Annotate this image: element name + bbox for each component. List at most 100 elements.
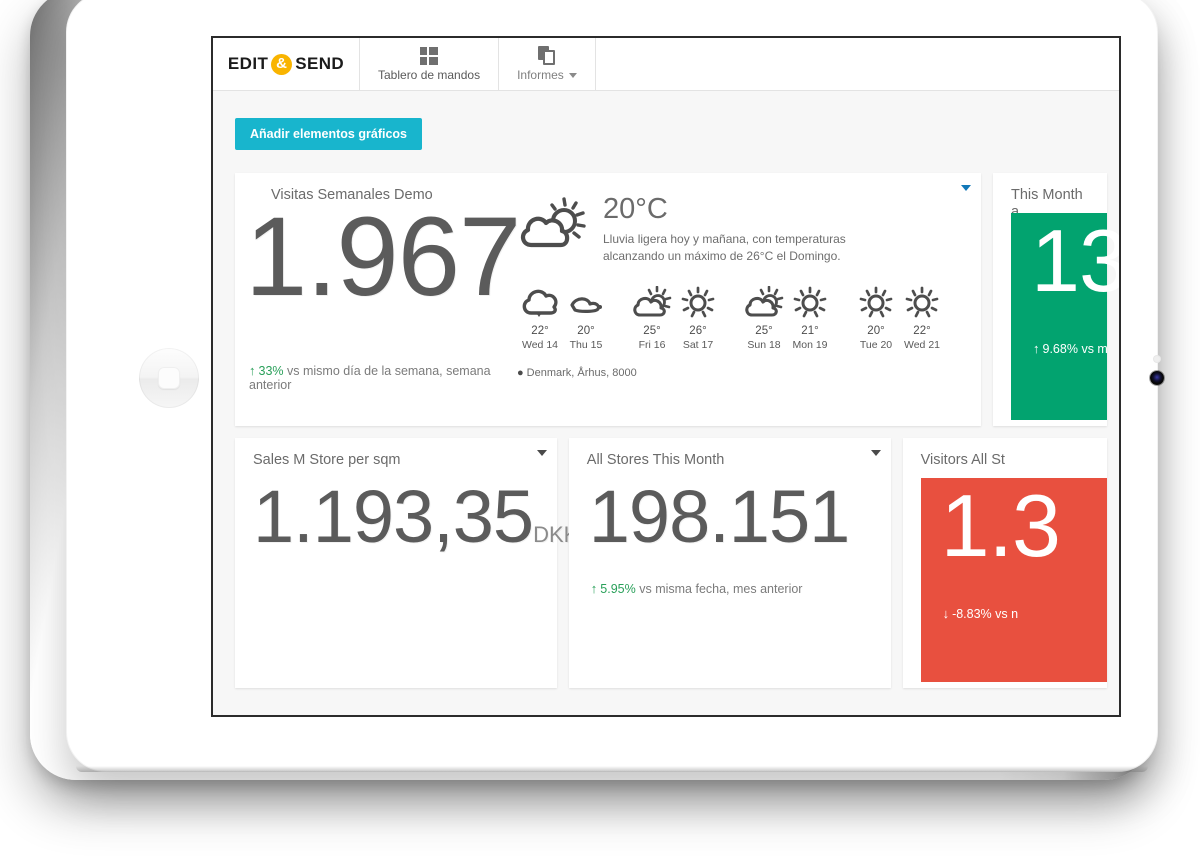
- forecast-label: Sun 18: [747, 338, 781, 351]
- card-menu-chevron-down-icon[interactable]: [870, 450, 881, 456]
- card-menu-chevron-down-icon[interactable]: [961, 185, 971, 191]
- arrow-down-icon: ↓: [942, 606, 950, 621]
- forecast-temp: 21°: [801, 324, 819, 337]
- forecast-day: 22° Wed 21: [899, 284, 945, 351]
- logo-part-edit: EDIT: [227, 54, 269, 73]
- sun-icon: [675, 284, 721, 322]
- forecast-label: Sat 17: [682, 338, 714, 351]
- cloud-sun-icon: [517, 195, 589, 257]
- forecast-day: 26° Sat 17: [675, 284, 721, 351]
- dashboard-content: Añadir elementos gráficos Visitas Semana…: [213, 91, 1119, 715]
- forecast-temp: 20°: [867, 324, 885, 337]
- chevron-down-icon: [568, 72, 577, 78]
- nav-item-reports-label: Informes: [517, 67, 564, 82]
- app-logo[interactable]: EDIT & SEND: [213, 38, 360, 90]
- this-month-delta-value: 9.68%: [1042, 342, 1078, 356]
- forecast-temp: 20°: [577, 324, 595, 337]
- forecast-day: 20° Thu 15: [563, 284, 609, 351]
- cloud-rain-icon: [563, 284, 609, 322]
- forecast-label: Mon 19: [792, 338, 828, 351]
- weather-current: 20°C Lluvia ligera hoy y mañana, con tem…: [517, 195, 965, 266]
- sun-icon: [853, 284, 899, 322]
- weather-description: Lluvia ligera hoy y mañana, con temperat…: [603, 232, 846, 264]
- this-month-delta-text: vs m: [1081, 342, 1108, 356]
- this-month-body: 13 ↑ 9.68% vs m: [1011, 213, 1119, 420]
- sun-icon: [899, 284, 945, 322]
- tablet-device-frame: EDIT & SEND Tablero de mandos Informes A…: [30, 0, 1164, 780]
- documents-icon: [537, 45, 556, 65]
- screenshot-stage: EDIT & SEND Tablero de mandos Informes A…: [0, 0, 1200, 857]
- forecast-temp: 22°: [913, 324, 931, 337]
- weekly-visits-delta-value: 33%: [258, 364, 284, 378]
- arrow-up-icon: ↑: [1033, 341, 1040, 356]
- nav-item-dashboard[interactable]: Tablero de mandos: [360, 38, 500, 90]
- forecast-label: Fri 16: [638, 338, 666, 351]
- sales-per-sqm-number: 1.193,35: [253, 475, 534, 558]
- all-stores-delta-value: 5.95%: [600, 582, 636, 596]
- weather-location-text: Denmark, Århus, 8000: [526, 366, 637, 379]
- card-sales-per-sqm: Sales M Store per sqm 1.193,35DKK: [235, 438, 578, 688]
- home-button-square-icon: [158, 367, 180, 389]
- card-this-month: This Month a 13 ↑9.68% vs m: [993, 173, 1119, 426]
- tablet-home-button[interactable]: [139, 348, 199, 408]
- forecast-temp: 26°: [689, 324, 707, 337]
- forecast-day: 25° Fri 16: [629, 284, 675, 351]
- forecast-label: Wed 14: [522, 338, 558, 351]
- weather-temperature: 20°C: [603, 193, 668, 225]
- browser-screen: EDIT & SEND Tablero de mandos Informes A…: [211, 36, 1121, 717]
- arrow-up-icon: ↑: [249, 363, 256, 378]
- widget-row-2: Sales M Store per sqm 1.193,35DKK All St…: [235, 438, 1119, 700]
- visitors-all-delta-value: -8.83%: [952, 607, 992, 621]
- forecast-group: 25° Fri 16 26° Sat 17: [629, 284, 721, 351]
- card-weekly-visits: Visitas Semanales Demo 1.967 ↑ 33% vs mis…: [235, 173, 981, 426]
- widget-row-1: Visitas Semanales Demo 1.967 ↑ 33% vs mis…: [235, 173, 1119, 438]
- widget-grid: Visitas Semanales Demo 1.967 ↑ 33% vs mis…: [235, 173, 1119, 700]
- forecast-label: Tue 20: [859, 338, 893, 351]
- forecast-temp: 22°: [531, 324, 549, 337]
- logo-ampersand-badge: &: [271, 53, 293, 75]
- dashboard-tiles-icon: [420, 46, 439, 65]
- this-month-value: 13: [1031, 211, 1119, 310]
- card-menu-chevron-down-icon[interactable]: [536, 450, 547, 456]
- forecast-temp: 25°: [755, 324, 773, 337]
- forecast-group: 25° Sun 18 21° Mon 19: [741, 284, 833, 351]
- all-stores-delta-text: vs misma fecha, mes anterior: [639, 582, 803, 596]
- forecast-day: 21° Mon 19: [787, 284, 833, 351]
- forecast-temp: 25°: [643, 324, 661, 337]
- logo-text: EDIT & SEND: [227, 53, 345, 75]
- arrow-up-icon: ↑: [590, 581, 598, 596]
- forecast-day: 25° Sun 18: [741, 284, 787, 351]
- weekly-visits-value: 1.967: [245, 194, 521, 319]
- visitors-all-delta: ↓ -8.83% vs n: [943, 606, 1019, 621]
- location-pin-icon: ●: [517, 366, 524, 379]
- cloud-sun-icon: [741, 284, 787, 322]
- visitors-all-delta-text: vs n: [995, 607, 1019, 621]
- sales-per-sqm-value: 1.193,35DKK: [253, 480, 578, 554]
- card-title: Sales M Store per sqm: [253, 452, 401, 468]
- nav-item-reports[interactable]: Informes: [499, 38, 596, 90]
- forecast-group: 20° Tue 20 22° Wed 21: [853, 284, 945, 351]
- logo-part-send: SEND: [295, 54, 345, 73]
- front-camera-icon: [1150, 371, 1164, 385]
- sun-icon: [787, 284, 833, 322]
- weekly-visits-kpi: Visitas Semanales Demo 1.967 ↑ 33% vs mis…: [235, 173, 521, 426]
- forecast-day: 20° Tue 20: [853, 284, 899, 351]
- cloud-icon: [517, 284, 563, 322]
- card-title: All Stores This Month: [586, 452, 725, 468]
- tablet-body: EDIT & SEND Tablero de mandos Informes A…: [66, 0, 1164, 772]
- forecast-label: Thu 15: [569, 338, 603, 351]
- weather-location: ● Denmark, Århus, 8000: [517, 367, 965, 379]
- weather-widget: 20°C Lluvia ligera hoy y mañana, con tem…: [509, 173, 981, 426]
- card-title: Visitors All St: [920, 452, 1005, 468]
- all-stores-value: 198.151: [588, 475, 850, 558]
- all-stores-delta: ↑ 5.95% vs misma fecha, mes anterior: [591, 581, 803, 596]
- this-month-delta: ↑ 9.68% vs m: [1033, 341, 1108, 356]
- ambient-light-sensor: [1153, 355, 1161, 363]
- weekly-visits-delta: ↑ 33% vs mismo día de la semana, semana a…: [249, 363, 509, 392]
- add-widgets-button[interactable]: Añadir elementos gráficos: [235, 118, 422, 150]
- card-all-stores-this-month: All Stores This Month 198.151 ↑ 5.95% vs …: [568, 438, 891, 688]
- forecast-group: 22° Wed 14 20° Thu 15: [517, 284, 609, 351]
- weekly-visits-delta-text: vs mismo día de la semana, semana anteri…: [249, 364, 491, 392]
- visitors-all-body: 1.3 ↓ -8.83% vs n: [920, 478, 1107, 682]
- card-visitors-all-stores: Visitors All St 1.3 ↓ -8.83% vs n: [902, 438, 1107, 688]
